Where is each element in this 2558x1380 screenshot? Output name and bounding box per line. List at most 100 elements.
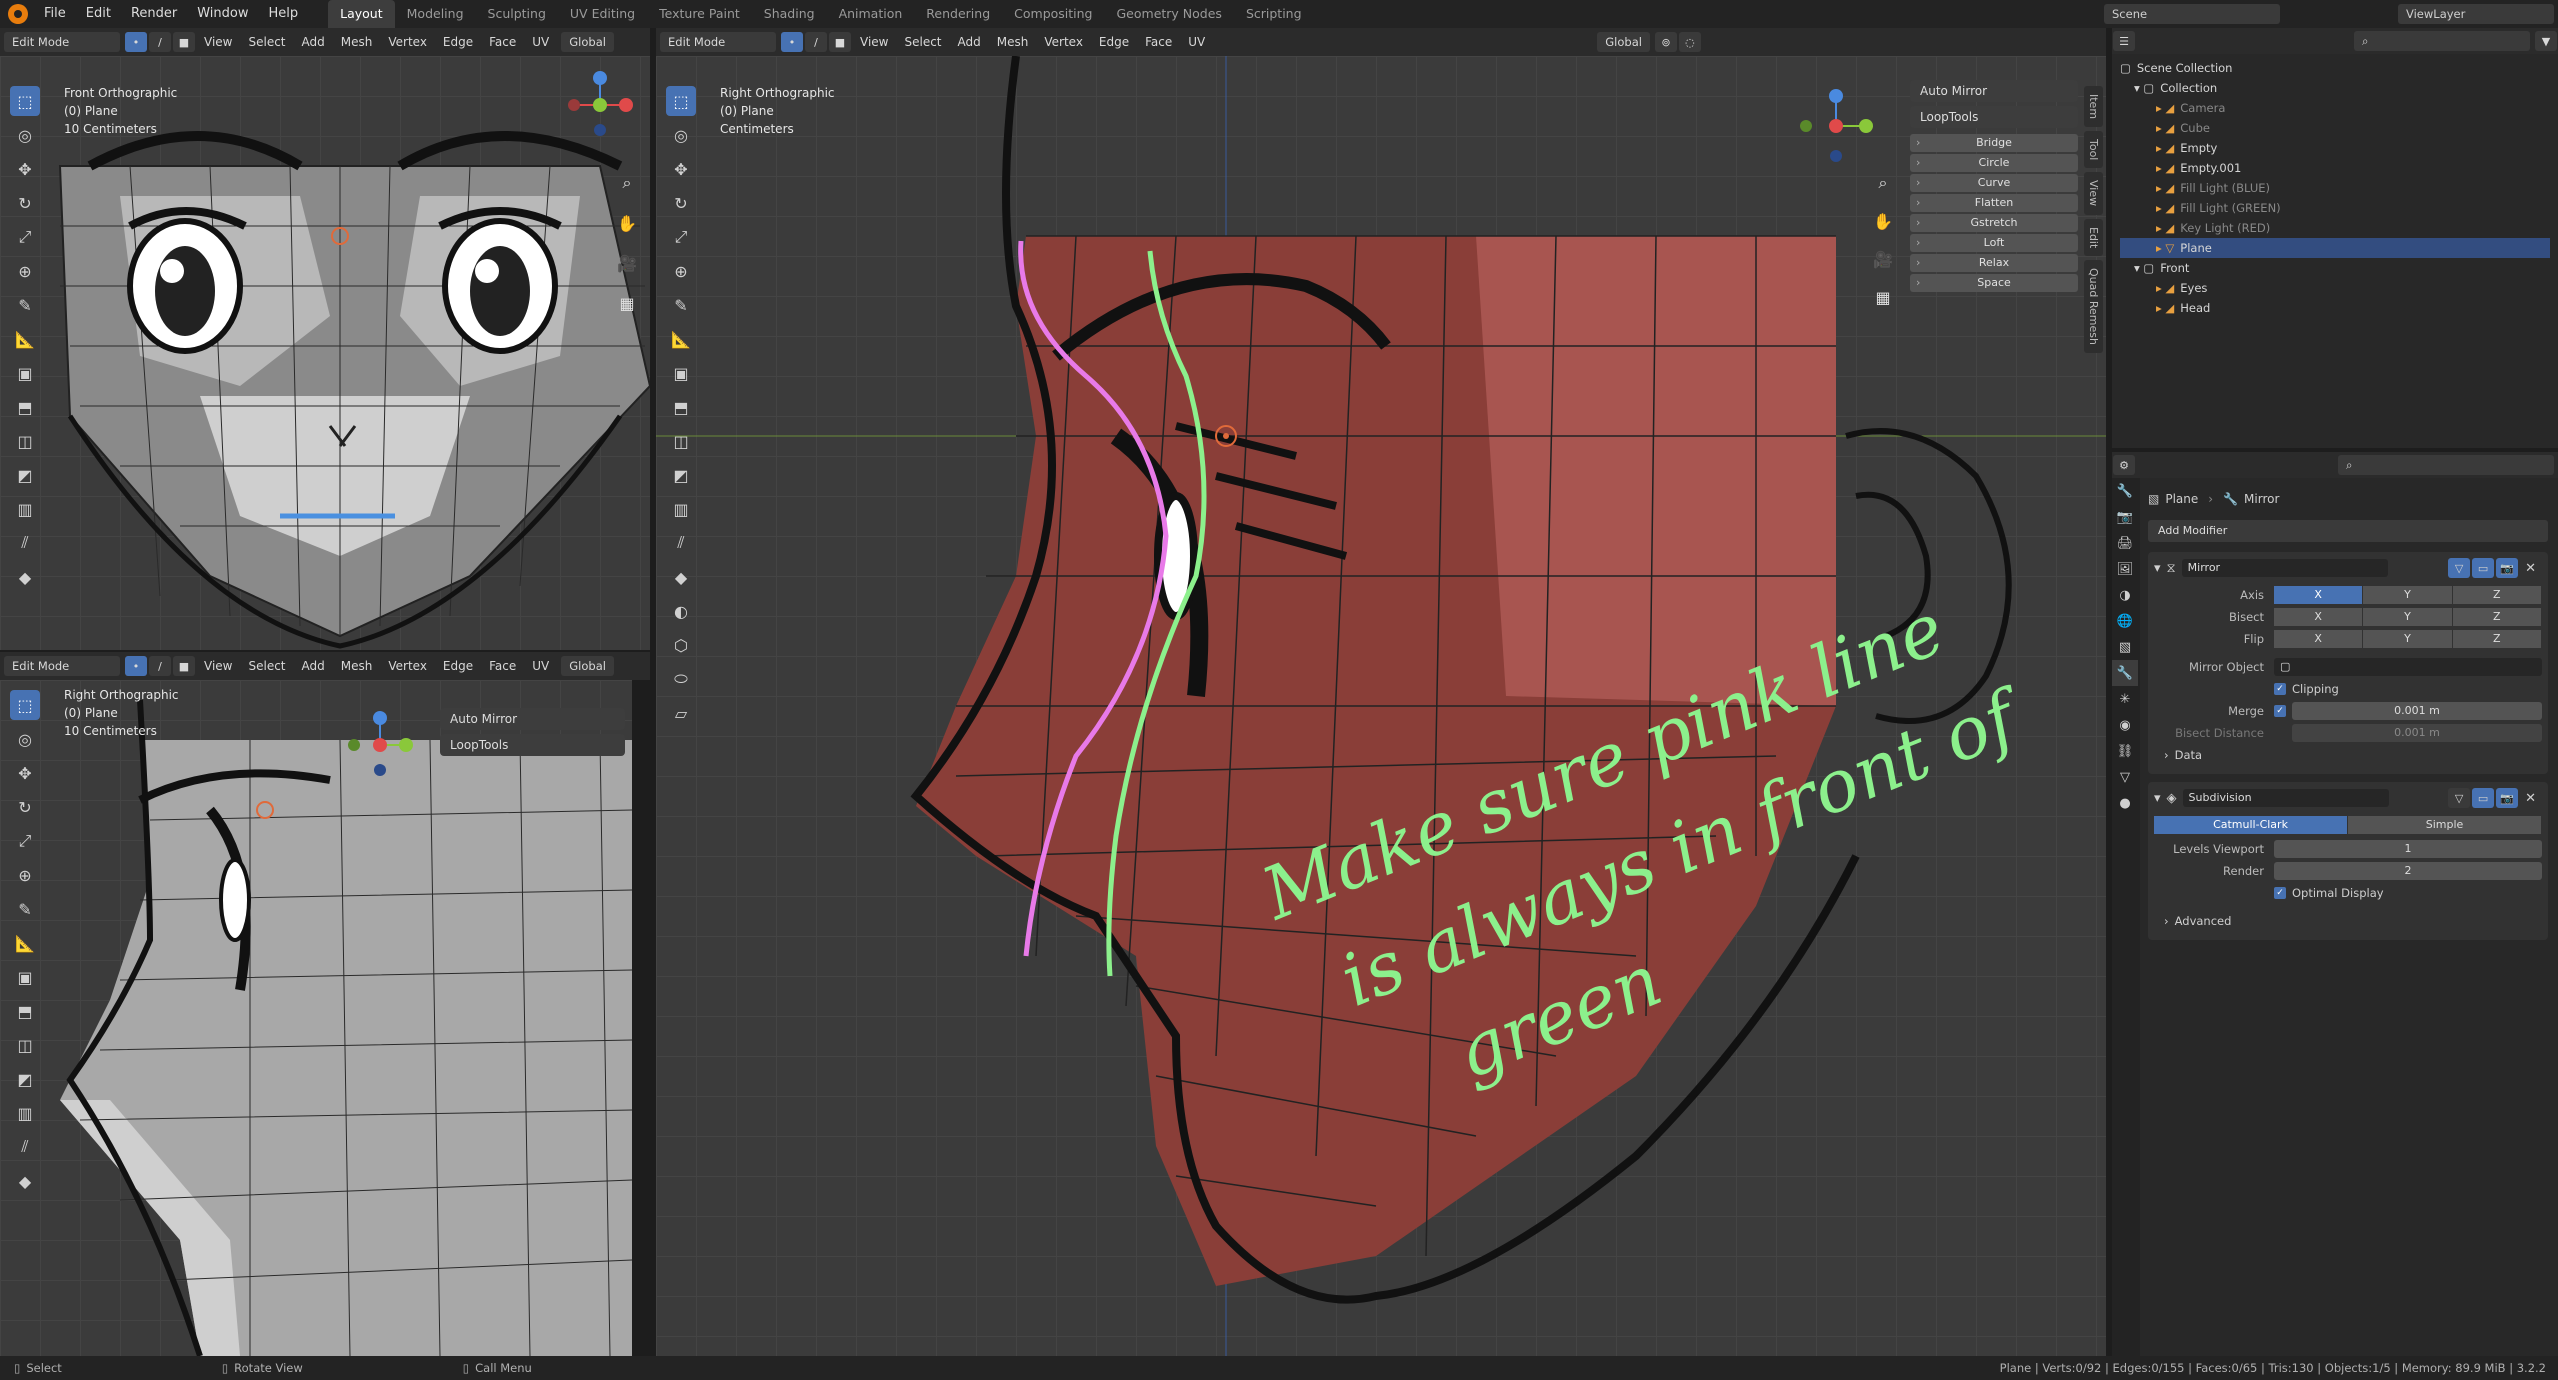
subdivision-editmode-icon[interactable]: ▽ [2448, 788, 2471, 808]
material-tab-icon[interactable]: ● [2112, 790, 2138, 816]
axis-y-toggle[interactable]: Y [2363, 586, 2452, 604]
auto-mirror-panel[interactable]: Auto Mirror [1910, 80, 2078, 102]
transform-orientation-2[interactable]: Global [561, 656, 614, 676]
face-select-icon-2[interactable]: ■ [173, 656, 195, 676]
annotate-tool-icon-main[interactable]: ✎ [666, 290, 696, 320]
scene-selector[interactable]: Scene [2104, 4, 2280, 24]
face-select-icon-main[interactable]: ■ [829, 32, 851, 52]
axis-x-toggle[interactable]: X [2274, 586, 2363, 604]
outliner-item-fill-light-green[interactable]: ▸ ◢ Fill Light (GREEN) [2120, 198, 2550, 218]
side-tab-item[interactable]: Item [2084, 86, 2103, 128]
mirror-editmode-icon[interactable]: ▽ [2448, 558, 2471, 578]
ortho-grid-icon-main[interactable]: ▦ [1866, 280, 1900, 314]
mirror-render-icon[interactable]: 📷 [2496, 558, 2519, 578]
camera-view-icon-main[interactable]: 🎥 [1866, 242, 1900, 276]
menu-mesh-main[interactable]: Mesh [989, 28, 1037, 56]
knife-tool-icon-main[interactable]: ⫽ [666, 528, 696, 558]
transform-tool-icon-2[interactable]: ⊕ [10, 860, 40, 890]
properties-editor-type-icon[interactable]: ⚙ [2113, 455, 2135, 475]
menu-mesh[interactable]: Mesh [333, 28, 381, 56]
bisect-distance-field[interactable]: 0.001 m [2292, 724, 2542, 742]
outliner-item-key-light-red[interactable]: ▸ ◢ Key Light (RED) [2120, 218, 2550, 238]
menu-file[interactable]: File [34, 0, 76, 28]
data-tab-icon[interactable]: ▽ [2112, 764, 2138, 790]
tab-sculpting[interactable]: Sculpting [476, 0, 558, 28]
menu-face-2[interactable]: Face [481, 652, 524, 680]
snap-icon[interactable]: ⊚ [1654, 32, 1677, 52]
measure-tool-icon[interactable]: 📐 [10, 324, 40, 354]
edge-select-icon[interactable]: / [149, 32, 171, 52]
transform-tool-icon[interactable]: ⊕ [10, 256, 40, 286]
select-box-tool-icon-main[interactable]: ⬚ [666, 86, 696, 116]
subdivision-render-icon[interactable]: 📷 [2496, 788, 2519, 808]
particles-tab-icon[interactable]: ✳ [2112, 686, 2138, 712]
camera-view-icon[interactable]: 🎥 [610, 246, 644, 280]
select-box-tool-icon[interactable]: ⬚ [10, 86, 40, 116]
menu-face[interactable]: Face [481, 28, 524, 56]
loop-cut-tool-icon-main[interactable]: ▥ [666, 494, 696, 524]
outliner-item-empty-001[interactable]: ▸ ◢ Empty.001 [2120, 158, 2550, 178]
subdivision-viewport-icon[interactable]: ▭ [2472, 788, 2495, 808]
main-axis-gizmo[interactable] [1796, 86, 1876, 166]
menu-view-main[interactable]: View [852, 28, 896, 56]
world-tab-icon[interactable]: 🌐 [2112, 608, 2138, 634]
menu-view[interactable]: View [196, 28, 240, 56]
tab-shading[interactable]: Shading [752, 0, 827, 28]
simple-toggle[interactable]: Simple [2348, 816, 2541, 834]
face-select-icon[interactable]: ■ [173, 32, 195, 52]
rotate-tool-icon-main[interactable]: ↻ [666, 188, 696, 218]
measure-tool-icon-2[interactable]: 📐 [10, 928, 40, 958]
shrink-fatten-tool-icon-main[interactable]: ⬭ [666, 664, 696, 694]
data-subpanel[interactable]: › Data [2154, 744, 2542, 766]
output-properties-tab-icon[interactable]: 🖨 [2112, 530, 2138, 556]
annotate-tool-icon[interactable]: ✎ [10, 290, 40, 320]
vertex-select-icon-main[interactable]: • [781, 32, 803, 52]
vertex-select-icon[interactable]: • [125, 32, 147, 52]
looptools-panel[interactable]: LoopTools [1910, 106, 2078, 128]
outliner-item-plane[interactable]: ▸ ▽ Plane [2120, 238, 2550, 258]
outliner-item-eyes[interactable]: ▸ ◢ Eyes [2120, 278, 2550, 298]
bisect-x-toggle[interactable]: X [2274, 608, 2363, 626]
cursor-tool-icon-main[interactable]: ◎ [666, 120, 696, 150]
pan-hand-icon[interactable]: ✋ [610, 206, 644, 240]
right-small-viewport[interactable]: Right Orthographic (0) Plane 10 Centimet… [0, 680, 632, 1356]
properties-search[interactable]: ⌕ [2338, 455, 2554, 475]
subdivision-name-field[interactable]: Subdivision [2182, 789, 2389, 807]
annotate-tool-icon-2[interactable]: ✎ [10, 894, 40, 924]
add-cube-tool-icon[interactable]: ▣ [10, 358, 40, 388]
menu-uv-main[interactable]: UV [1180, 28, 1213, 56]
bevel-tool-icon-main[interactable]: ◩ [666, 460, 696, 490]
subdivision-close-icon[interactable]: ✕ [2525, 791, 2536, 806]
menu-edge-main[interactable]: Edge [1091, 28, 1137, 56]
add-cube-tool-icon-main[interactable]: ▣ [666, 358, 696, 388]
flip-x-toggle[interactable]: X [2274, 630, 2363, 648]
bisect-y-toggle[interactable]: Y [2363, 608, 2452, 626]
merge-checkbox[interactable]: ✓ [2274, 705, 2286, 717]
menu-edge[interactable]: Edge [435, 28, 481, 56]
poly-build-tool-icon-main[interactable]: ◆ [666, 562, 696, 592]
catmull-clark-toggle[interactable]: Catmull-Clark [2154, 816, 2347, 834]
front-collection-row[interactable]: ▾ ▢ Front [2120, 258, 2550, 278]
outliner-item-head[interactable]: ▸ ◢ Head [2120, 298, 2550, 318]
tab-rendering[interactable]: Rendering [914, 0, 1002, 28]
menu-select-main[interactable]: Select [896, 28, 949, 56]
merge-value-field[interactable]: 0.001 m [2292, 702, 2542, 720]
tab-uv-editing[interactable]: UV Editing [558, 0, 647, 28]
transform-orientation-main[interactable]: Global [1597, 32, 1650, 52]
levels-viewport-field[interactable]: 1 [2274, 840, 2542, 858]
tab-texture-paint[interactable]: Texture Paint [647, 0, 752, 28]
front-viewport[interactable]: Front Orthographic (0) Plane 10 Centimet… [0, 56, 650, 650]
outliner-search[interactable]: ⌕ [2354, 31, 2530, 51]
outliner-item-fill-light-blue[interactable]: ▸ ◢ Fill Light (BLUE) [2120, 178, 2550, 198]
add-cube-tool-icon-2[interactable]: ▣ [10, 962, 40, 992]
menu-edge-2[interactable]: Edge [435, 652, 481, 680]
advanced-subpanel[interactable]: › Advanced [2154, 910, 2542, 932]
looptools-gstretch-button[interactable]: › Gstretch [1910, 214, 2078, 232]
menu-render[interactable]: Render [121, 0, 187, 28]
bevel-tool-icon-2[interactable]: ◩ [10, 1064, 40, 1094]
mirror-viewport-icon[interactable]: ▭ [2472, 558, 2495, 578]
ortho-grid-icon[interactable]: ▦ [610, 286, 644, 320]
modifier-tab-icon[interactable]: 🔧 [2112, 660, 2138, 686]
vertex-select-icon-2[interactable]: • [125, 656, 147, 676]
mirror-name-field[interactable]: Mirror [2181, 559, 2388, 577]
